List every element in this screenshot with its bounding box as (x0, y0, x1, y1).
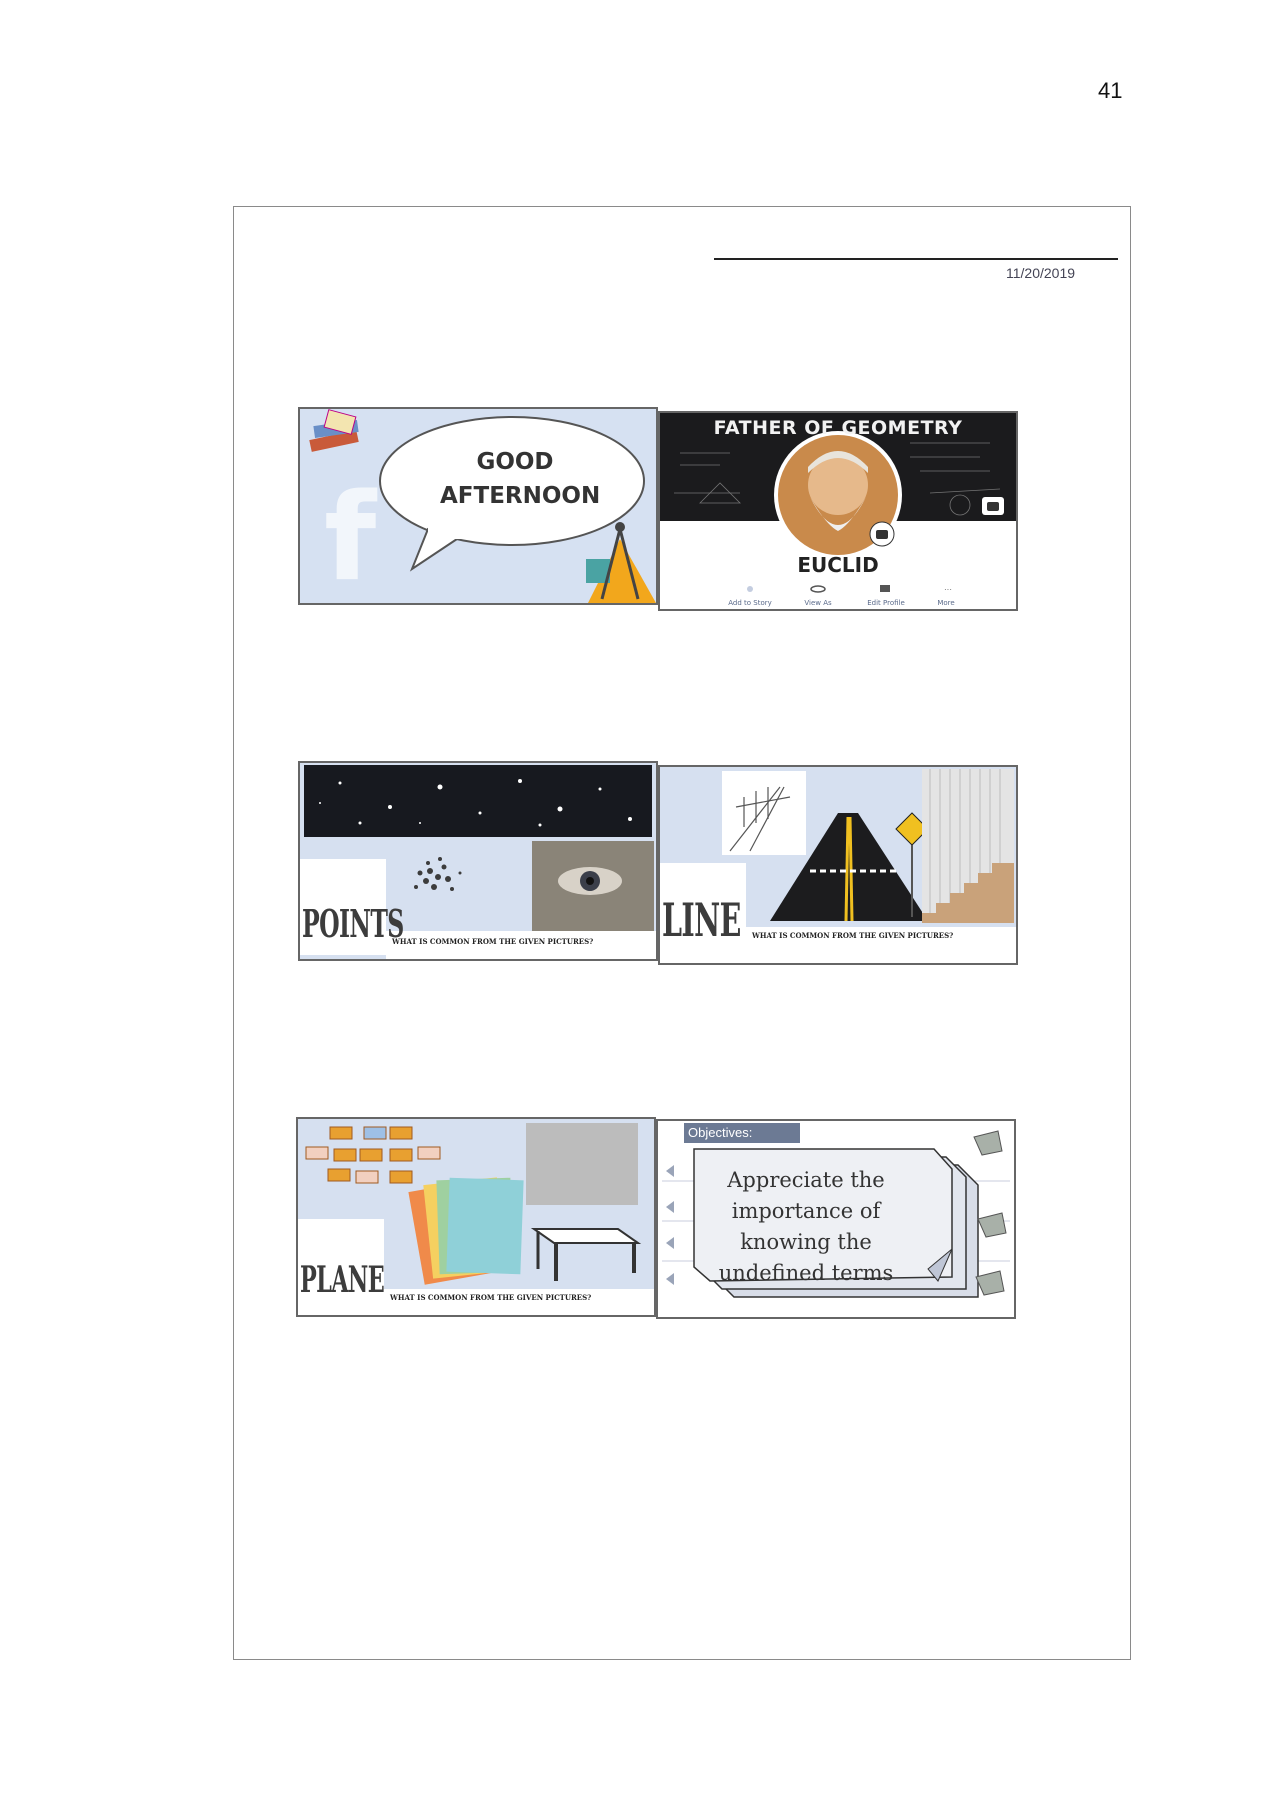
svg-text:f: f (324, 469, 378, 603)
objective-line-1: Appreciate the (727, 1168, 885, 1192)
slide-father-of-geometry: ··· FATHER OF GEOMETRY EUCLID Add to Sto… (658, 411, 1018, 611)
plane-question: WHAT IS COMMON FROM THE GIVEN PICTURES? (390, 1293, 592, 1302)
father-of-geometry-banner: FATHER OF GEOMETRY (713, 417, 963, 439)
action-view-as: View As (804, 599, 832, 607)
header-rule (714, 258, 1118, 260)
slide-good-afternoon: f GOOD AFTERNOON (298, 407, 658, 605)
objective-line-4: undefined terms (718, 1261, 894, 1285)
slide-objectives: Objectives: Appreciate the importance of… (656, 1119, 1016, 1319)
handout-date: 11/20/2019 (1006, 265, 1076, 281)
greeting-line-2: AFTERNOON (440, 483, 601, 509)
term-plane: PLANE (300, 1259, 385, 1301)
slide-line: LINE WHAT IS COMMON FROM THE GIVEN PICTU… (658, 765, 1018, 965)
objective-line-3: knowing the (740, 1230, 872, 1254)
line-question: WHAT IS COMMON FROM THE GIVEN PICTURES? (752, 931, 954, 940)
svg-text:···: ··· (944, 585, 952, 594)
action-edit-profile: Edit Profile (867, 599, 905, 607)
objective-statement: Appreciate the importance of knowing the… (706, 1165, 906, 1289)
term-line: LINE (662, 893, 741, 947)
action-more: More (937, 599, 955, 607)
points-question: WHAT IS COMMON FROM THE GIVEN PICTURES? (392, 937, 594, 946)
euclid-profile-artwork: ··· (660, 413, 1016, 594)
objective-line-2: importance of (731, 1199, 881, 1223)
action-add-to-story: Add to Story (728, 599, 772, 607)
objectives-tag: Objectives: (684, 1123, 800, 1143)
greeting-text: GOOD AFTERNOON (440, 445, 601, 513)
slide-points: POINTS WHAT IS COMMON FROM THE GIVEN PIC… (298, 761, 658, 961)
term-points: POINTS (302, 901, 404, 946)
page-number: 41 (1098, 78, 1123, 103)
euclid-name: EUCLID (797, 553, 879, 577)
handout-sheet: 11/20/2019 f GOOD AFTERNOON ··· FATHER O… (233, 206, 1131, 1660)
greeting-line-1: GOOD (476, 449, 554, 475)
slide-plane: PLANE WHAT IS COMMON FROM THE GIVEN PICT… (296, 1117, 656, 1317)
